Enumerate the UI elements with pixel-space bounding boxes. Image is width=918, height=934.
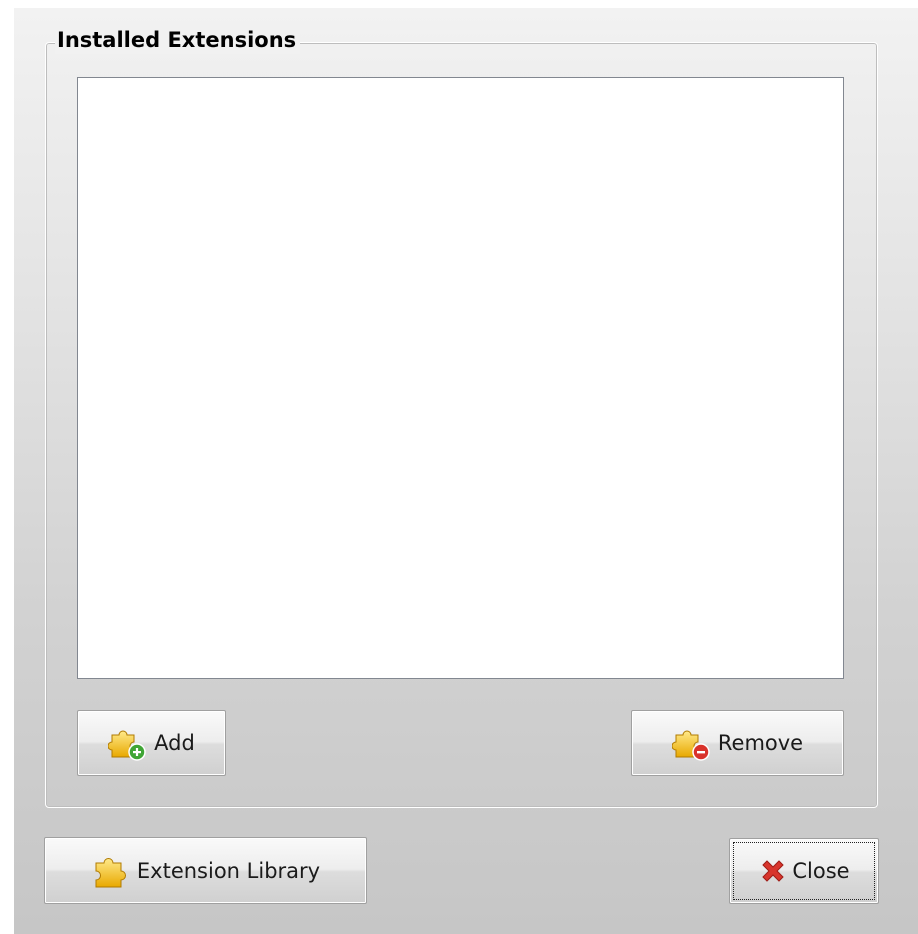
installed-extensions-title: Installed Extensions — [55, 26, 301, 54]
puzzle-add-icon — [108, 723, 148, 763]
puzzle-icon — [91, 851, 131, 891]
installed-extensions-group: Installed Extensions Add Remove — [45, 26, 878, 808]
red-x-icon — [758, 856, 788, 886]
remove-button[interactable]: Remove — [631, 710, 844, 776]
installed-extensions-list[interactable] — [77, 77, 844, 679]
remove-button-label: Remove — [717, 731, 804, 755]
extension-library-label: Extension Library — [136, 858, 321, 883]
close-button-label: Close — [792, 859, 850, 883]
close-button[interactable]: Close — [729, 838, 879, 904]
puzzle-remove-icon — [671, 723, 712, 763]
add-button[interactable]: Add — [77, 710, 226, 776]
extensions-dialog: Installed Extensions Add Remove Extensio… — [14, 8, 918, 934]
add-button-label: Add — [154, 731, 195, 755]
extension-library-button[interactable]: Extension Library — [44, 837, 367, 904]
